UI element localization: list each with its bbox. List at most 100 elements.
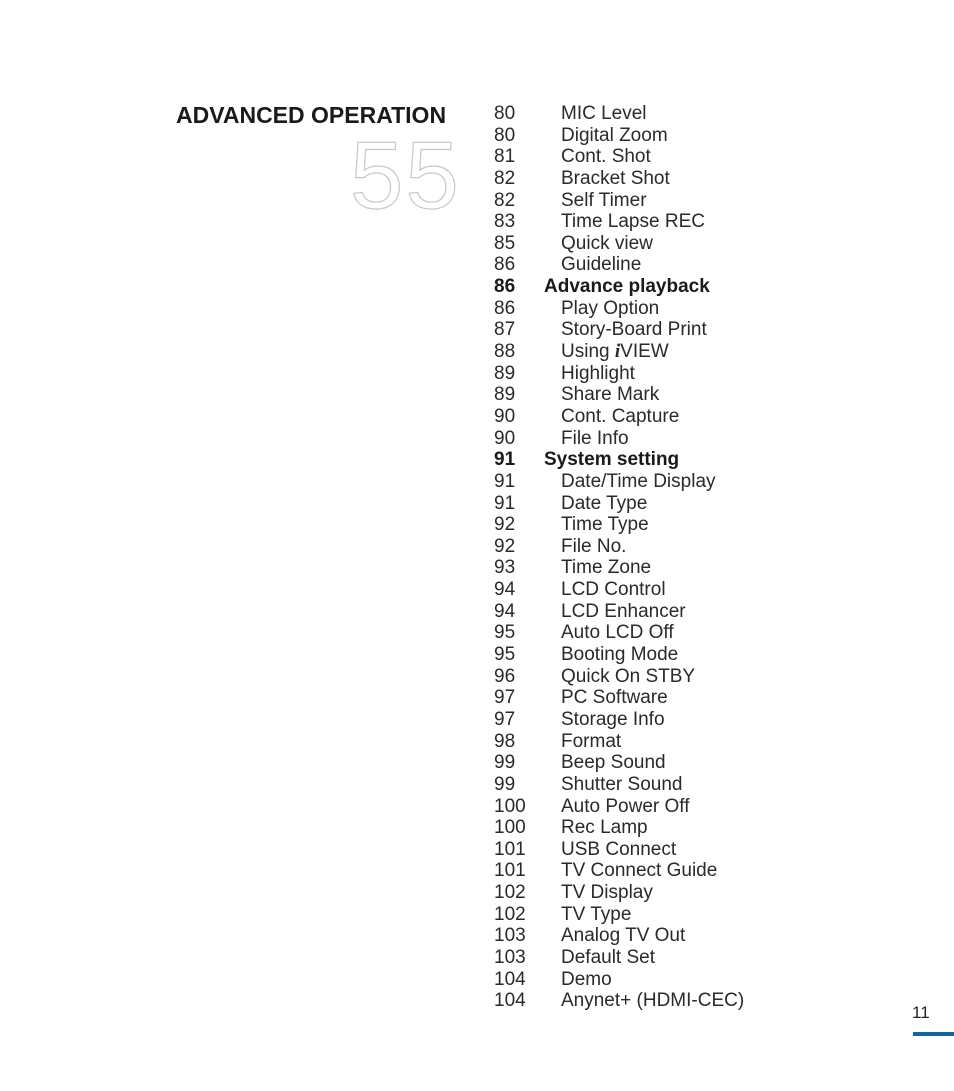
- toc-entry[interactable]: 104 Anynet+ (HDMI-CEC): [494, 990, 744, 1012]
- toc-entry[interactable]: 102 TV Type: [494, 904, 744, 926]
- toc-page-number: 95: [494, 622, 516, 644]
- toc-label: Time Lapse REC: [561, 211, 705, 233]
- toc-label: Analog TV Out: [561, 925, 686, 947]
- toc-entry[interactable]: 100 Rec Lamp: [494, 817, 744, 839]
- toc-label: Auto Power Off: [561, 795, 690, 817]
- toc-page-number: 91: [494, 470, 516, 492]
- toc-page-number: 87: [494, 319, 516, 341]
- toc-page-number: 80: [494, 124, 516, 146]
- toc-page-number: 86: [494, 254, 516, 276]
- toc-page-number: 95: [494, 644, 516, 666]
- toc-page-number: 89: [494, 384, 516, 406]
- toc-label: USB Connect: [561, 838, 677, 860]
- toc-label: Beep Sound: [561, 752, 666, 774]
- toc-page-number: 91: [494, 449, 516, 471]
- toc-label: Time Type: [561, 514, 649, 536]
- toc-entry[interactable]: 103 Analog TV Out: [494, 925, 744, 947]
- toc-label: Highlight: [561, 362, 635, 384]
- toc-page-number: 92: [494, 514, 516, 536]
- toc-label: Quick view: [561, 232, 653, 254]
- toc-label: Story-Board Print: [561, 319, 707, 341]
- toc-label: Format: [561, 730, 622, 752]
- toc-page-number: 85: [494, 232, 516, 254]
- toc-label: Using iVIEW: [544, 341, 669, 363]
- toc-entry[interactable]: 80 MIC Level: [494, 103, 744, 125]
- page-number: 11: [912, 1003, 930, 1022]
- toc-page-number: 81: [494, 146, 516, 168]
- toc-label: File Info: [561, 427, 629, 449]
- toc-entry[interactable]: 81 Cont. Shot: [494, 146, 744, 168]
- toc-entry[interactable]: 96 Quick On STBY: [494, 666, 744, 688]
- toc-page-number: 102: [494, 882, 526, 904]
- table-of-contents: 80 MIC Level 80 Digital Zoom 81 Cont. Shot 82 B…: [494, 103, 744, 1012]
- toc-entry[interactable]: 87 Story-Board Print: [494, 319, 744, 341]
- toc-entry[interactable]: 90 Cont. Capture: [494, 406, 744, 428]
- toc-label: TV Type: [561, 903, 632, 925]
- toc-entry[interactable]: 86 Guideline: [494, 254, 744, 276]
- toc-entry[interactable]: 89 Share Mark: [494, 384, 744, 406]
- toc-page-number: 82: [494, 189, 516, 211]
- toc-label: Advance playback: [544, 276, 710, 298]
- toc-label: Digital Zoom: [561, 124, 668, 146]
- toc-page-number: 92: [494, 535, 516, 557]
- toc-page-number: 94: [494, 600, 516, 622]
- toc-page-number: 94: [494, 579, 516, 601]
- toc-entry[interactable]: 99 Shutter Sound: [494, 774, 744, 796]
- toc-entry[interactable]: 90 File Info: [494, 428, 744, 450]
- toc-entry[interactable]: 92 File No.: [494, 536, 744, 558]
- toc-entry[interactable]: 89 Highlight: [494, 363, 744, 385]
- toc-page-number: 101: [494, 860, 526, 882]
- toc-entry[interactable]: 85 Quick view: [494, 233, 744, 255]
- toc-entry[interactable]: 94 LCD Enhancer: [494, 601, 744, 623]
- toc-label: LCD Control: [561, 579, 666, 601]
- toc-page-number: 83: [494, 211, 516, 233]
- toc-label: Guideline: [561, 254, 642, 276]
- toc-entry[interactable]: 82 Bracket Shot: [494, 168, 744, 190]
- toc-label: Shutter Sound: [561, 773, 683, 795]
- toc-page-number: 90: [494, 427, 516, 449]
- toc-page-number: 103: [494, 925, 526, 947]
- toc-page-number: 104: [494, 990, 526, 1012]
- toc-entry[interactable]: 94 LCD Control: [494, 579, 744, 601]
- toc-entry[interactable]: 86 Play Option: [494, 298, 744, 320]
- toc-entry[interactable]: 88 Using iVIEW: [494, 341, 744, 363]
- toc-entry[interactable]: 80 Digital Zoom: [494, 125, 744, 147]
- toc-page-number: 103: [494, 946, 526, 968]
- page-accent-bar: [913, 1032, 954, 1036]
- toc-entry[interactable]: 103 Default Set: [494, 947, 744, 969]
- toc-entry[interactable]: 97 Storage Info: [494, 709, 744, 731]
- toc-label: Anynet+ (HDMI-CEC): [561, 990, 745, 1012]
- toc-entry[interactable]: 101 USB Connect: [494, 839, 744, 861]
- toc-entry[interactable]: 83 Time Lapse REC: [494, 211, 744, 233]
- toc-page-number: 86: [494, 276, 516, 298]
- toc-page-number: 88: [494, 341, 516, 363]
- toc-page-number: 93: [494, 557, 516, 579]
- toc-label: Auto LCD Off: [561, 622, 674, 644]
- toc-entry[interactable]: 82 Self Timer: [494, 190, 744, 212]
- toc-entry[interactable]: 91 Date Type: [494, 493, 744, 515]
- toc-label: Storage Info: [561, 708, 665, 730]
- toc-entry[interactable]: 97 PC Software: [494, 687, 744, 709]
- toc-label: PC Software: [561, 687, 668, 709]
- toc-entry[interactable]: 100 Auto Power Off: [494, 796, 744, 818]
- toc-page-number: 104: [494, 968, 526, 990]
- toc-label: Bracket Shot: [561, 167, 670, 189]
- toc-entry[interactable]: 99 Beep Sound: [494, 752, 744, 774]
- toc-entry[interactable]: 101 TV Connect Guide: [494, 860, 744, 882]
- toc-section-heading[interactable]: 91 System setting: [494, 449, 744, 471]
- toc-entry[interactable]: 95 Booting Mode: [494, 644, 744, 666]
- toc-entry[interactable]: 104 Demo: [494, 969, 744, 991]
- toc-entry[interactable]: 93 Time Zone: [494, 557, 744, 579]
- toc-label: TV Display: [561, 882, 653, 904]
- toc-entry[interactable]: 98 Format: [494, 731, 744, 753]
- toc-entry[interactable]: 95 Auto LCD Off: [494, 622, 744, 644]
- toc-label-prefix: Using: [561, 341, 615, 363]
- toc-page-number: 102: [494, 903, 526, 925]
- toc-entry[interactable]: 102 TV Display: [494, 882, 744, 904]
- toc-section-heading[interactable]: 86 Advance playback: [494, 276, 744, 298]
- toc-page-number: 98: [494, 730, 516, 752]
- toc-entry[interactable]: 91 Date/Time Display: [494, 471, 744, 493]
- toc-entry[interactable]: 92 Time Type: [494, 514, 744, 536]
- toc-page-number: 97: [494, 687, 516, 709]
- toc-label: Cont. Capture: [561, 405, 680, 427]
